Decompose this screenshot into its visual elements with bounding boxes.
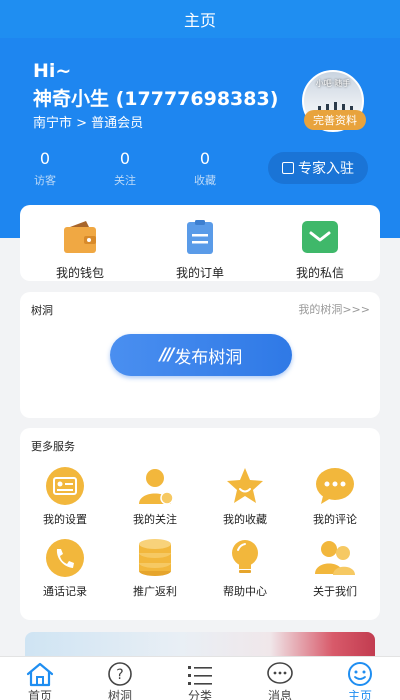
service-label: 通话记录 <box>43 585 87 598</box>
coins-icon <box>139 539 171 576</box>
expert-join-button[interactable]: 专家入驻 <box>268 152 368 184</box>
message-icon <box>302 221 338 253</box>
section-title: 更多服务 <box>31 440 75 453</box>
stat-following[interactable]: 0 关注 <box>105 149 145 188</box>
tab-label: 分类 <box>187 689 212 700</box>
tab-label: 树洞 <box>107 689 132 700</box>
users-icon <box>315 541 355 575</box>
service-referral[interactable]: 推广返利 <box>115 538 195 599</box>
tab-label: 主页 <box>347 689 372 700</box>
my-messages-label: 我的私信 <box>295 266 344 280</box>
tab-shudong[interactable]: ? 树洞 <box>80 659 160 700</box>
service-label: 我的设置 <box>43 513 87 526</box>
service-favorites[interactable]: 我的收藏 <box>205 466 285 527</box>
service-label: 帮助中心 <box>223 585 267 598</box>
stat-label: 访客 <box>34 174 56 187</box>
user-icon <box>139 469 174 505</box>
service-about[interactable]: 关于我们 <box>295 538 375 599</box>
my-messages-button[interactable]: 我的私信 <box>280 219 360 281</box>
stat-value: 0 <box>119 149 131 168</box>
service-help[interactable]: 帮助中心 <box>205 538 285 599</box>
star-icon <box>227 468 263 503</box>
tab-home[interactable]: 首页 <box>0 659 80 700</box>
chat-icon <box>267 662 293 684</box>
lightbulb-icon <box>232 540 258 573</box>
complete-profile-button[interactable]: 完善资料 <box>304 110 366 130</box>
service-settings[interactable]: 我的设置 <box>25 466 105 527</box>
stat-label: 收藏 <box>194 174 216 187</box>
tab-messages[interactable]: 消息 <box>240 659 320 700</box>
slashes-icon: /// <box>159 345 175 365</box>
comment-icon <box>316 468 354 504</box>
wallet-icon <box>64 221 96 253</box>
id-card-icon <box>46 467 84 505</box>
more-services-card: 更多服务 我的设置 我的关注 我的收藏 我的评论 通话记录 推广返利 帮助中心 … <box>20 428 380 620</box>
service-following[interactable]: 我的关注 <box>115 466 195 527</box>
expert-join-label: 专家入驻 <box>298 161 354 177</box>
bottom-tab-bar: 首页 ? 树洞 分类 消息 主页 <box>0 656 400 700</box>
user-region[interactable]: 南宁市 > 普通会员 <box>33 112 143 131</box>
service-label: 推广返利 <box>133 585 177 598</box>
tab-label: 消息 <box>267 689 292 700</box>
svg-text:?: ? <box>116 667 123 683</box>
page-title: 主页 <box>0 0 400 38</box>
publish-label: 发布树洞 <box>174 347 243 368</box>
question-icon: ? <box>108 662 132 686</box>
service-label: 我的关注 <box>133 513 177 526</box>
user-name: 神奇小生 (17777698383) <box>33 88 279 110</box>
service-label: 我的收藏 <box>223 513 267 526</box>
smile-icon <box>348 662 372 686</box>
my-shudong-link[interactable]: 我的树洞>>> <box>298 301 370 317</box>
avatar-caption: 小吧·随手 <box>315 79 351 88</box>
phone-icon <box>46 539 84 577</box>
service-label: 我的评论 <box>313 513 357 526</box>
stat-value: 0 <box>39 149 51 168</box>
stat-label: 关注 <box>114 174 136 187</box>
clipboard-icon <box>187 220 213 254</box>
tab-label: 首页 <box>27 689 52 700</box>
publish-shudong-button[interactable]: /// 发布树洞 <box>110 334 292 376</box>
shudong-card: 树洞 我的树洞>>> /// 发布树洞 <box>20 292 380 418</box>
my-orders-label: 我的订单 <box>175 266 224 280</box>
my-orders-button[interactable]: 我的订单 <box>160 219 240 281</box>
stat-value: 0 <box>199 149 211 168</box>
tab-profile[interactable]: 主页 <box>320 659 400 700</box>
section-title: 树洞 <box>31 304 53 317</box>
checkbox-icon <box>282 162 294 174</box>
tab-category[interactable]: 分类 <box>160 659 240 700</box>
greeting: Hi~ <box>33 60 72 82</box>
quick-actions-card: 我的钱包 我的订单 我的私信 <box>20 205 380 281</box>
stat-favorites[interactable]: 0 收藏 <box>185 149 225 188</box>
list-icon <box>188 666 212 685</box>
stat-visitors[interactable]: 0 访客 <box>25 149 65 188</box>
my-wallet-button[interactable]: 我的钱包 <box>40 219 120 281</box>
my-wallet-label: 我的钱包 <box>55 266 104 280</box>
service-call-records[interactable]: 通话记录 <box>25 538 105 599</box>
service-label: 关于我们 <box>313 585 357 598</box>
home-icon <box>26 662 54 687</box>
service-comments[interactable]: 我的评论 <box>295 466 375 527</box>
